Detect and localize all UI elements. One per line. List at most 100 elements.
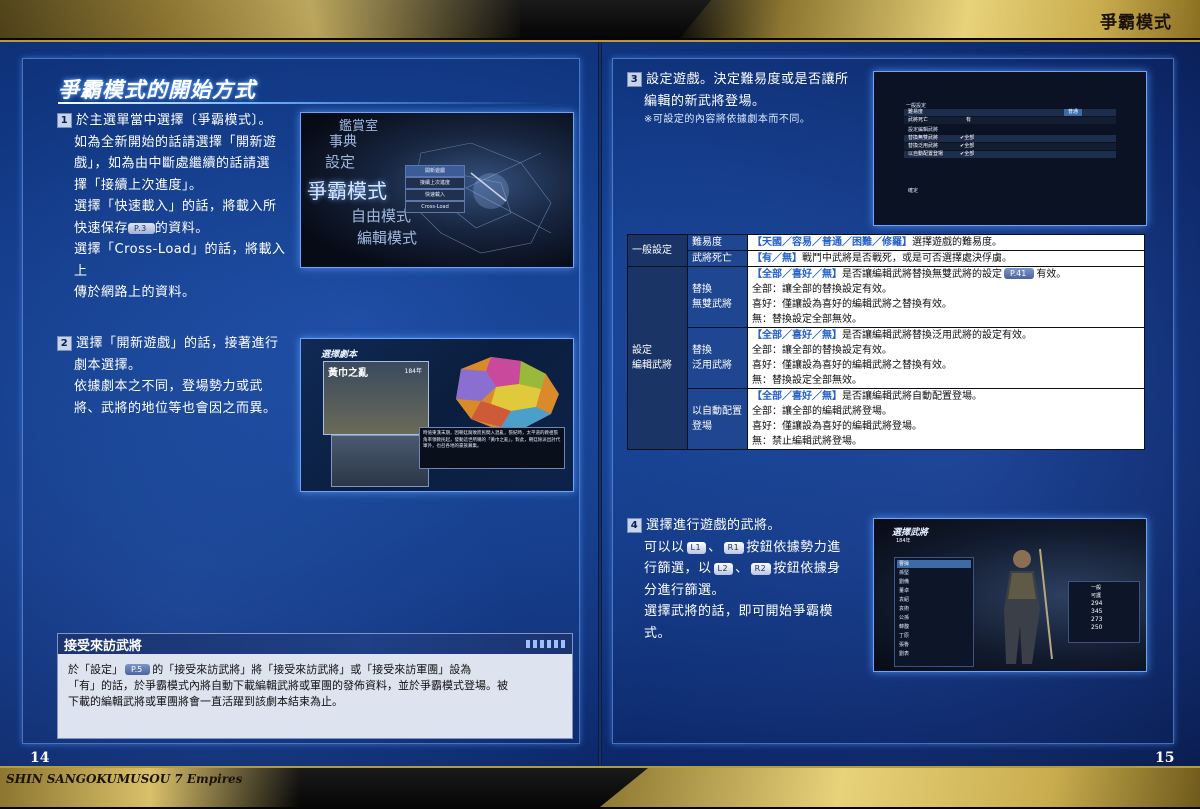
step-text: 設定遊戲。決定難易度或是否讓所 bbox=[646, 72, 849, 87]
china-map bbox=[456, 357, 559, 429]
generic-desc: 【全部／喜好／無】是否讓編輯武將替換泛用武將的設定有效。 全部：讓全部的替換設定… bbox=[747, 327, 1145, 389]
step-text: 選擇「開新遊戲」的話，接著進行 bbox=[76, 336, 279, 351]
officer-stats: 一般 可護 294 345 273 250 bbox=[1068, 581, 1140, 643]
page-ref-badge: P.41 bbox=[1004, 268, 1035, 279]
settings-row: 替換泛用武將 ✔全部 bbox=[904, 143, 1116, 150]
step-text: 戲」，如為由中斷處繼續的話請選 bbox=[74, 156, 271, 171]
settings-row: 武將死亡 有 bbox=[904, 117, 1116, 124]
settings-row-label: 以自動配置登場 bbox=[908, 151, 944, 157]
step-text: 如為全新開始的話請選擇「開新遊 bbox=[74, 134, 277, 150]
musou-fav: 喜好：僅讓設為喜好的編輯武將之替換有效。 bbox=[752, 299, 952, 310]
auto-options: 【全部／喜好／無】 bbox=[752, 391, 842, 402]
musou-all: 全部：讓全部的替換設定有效。 bbox=[752, 284, 892, 295]
step-number: 4 bbox=[627, 518, 642, 533]
section-heading: 爭霸模式的開始方式 bbox=[58, 74, 548, 104]
death-desc: 【有／無】戰鬥中武將是否戰死，或是可否選擇處決俘虜。 bbox=[747, 250, 1145, 267]
officer-list-item: 袁術 bbox=[899, 606, 910, 612]
step-text: 選擇進行遊戲的武將。 bbox=[646, 518, 782, 533]
header-gold-left bbox=[0, 0, 520, 38]
step-3: 3 設定遊戲。決定難易度或是否讓所 編輯的新武將登場。 ※可設定的內容將依據劇本而… bbox=[627, 69, 867, 127]
step-text: 分進行篩選。 bbox=[644, 582, 726, 598]
stat-value: 294 bbox=[1091, 600, 1103, 607]
officer-select-screenshot: 選擇武將 184年 曹操 孫堅 劉備 董卓 袁紹 袁術 公孫 韓馥 丁原 張魯 … bbox=[873, 518, 1147, 672]
menu-item-empire-mode: 爭霸模式 bbox=[307, 179, 387, 203]
auto-fav: 喜好：僅讓設為喜好的編輯武將登場。 bbox=[752, 421, 922, 432]
visiting-box-header: 接受來訪武將 bbox=[58, 634, 572, 654]
step-text: 擇「接續上次進度」。 bbox=[74, 177, 203, 193]
step-text: 劇本選擇。 bbox=[74, 357, 142, 373]
musou-options: 【全部／喜好／無】 bbox=[752, 269, 842, 280]
officer-list-item: 孫堅 bbox=[899, 570, 910, 576]
settings-row-label: 替換泛用武將 bbox=[908, 143, 939, 149]
mode-title: 爭霸模式 bbox=[1100, 13, 1172, 33]
settings-row-value: ✔全部 bbox=[960, 135, 975, 141]
officer-list-item: 丁原 bbox=[899, 633, 910, 639]
step-text: 選擇「快速載入」的話，將載入所 bbox=[74, 199, 277, 214]
label-musou-2: 無雙武將 bbox=[692, 299, 732, 310]
submenu-cross-load: Cross-Load bbox=[405, 201, 465, 213]
step-text: 編輯的新武將登場。 bbox=[644, 93, 766, 109]
step-1: 1 於主選單當中選擇〔爭霸模式〕。 如為全新開始的話請選擇「開新遊 戲」，如為由中… bbox=[57, 110, 297, 304]
book-spine bbox=[598, 0, 602, 807]
stat-value: 一般 bbox=[1091, 585, 1102, 591]
scenario-card: 黃巾之亂 184年 bbox=[323, 361, 429, 435]
visiting-box-text: 於「設定」 P.5 的「接受來訪武將」將「接受來訪武將」或「接受來訪軍團」設為 「有… bbox=[68, 662, 562, 710]
menu-item-settings: 設定 bbox=[325, 153, 356, 171]
scenario-year: 184年 bbox=[404, 368, 422, 375]
stat-value: 345 bbox=[1091, 608, 1103, 615]
stat-value: 可護 bbox=[1091, 593, 1102, 599]
label-musou-1: 替換 bbox=[692, 284, 712, 295]
stat-value: 273 bbox=[1091, 616, 1103, 623]
group-general: 一般設定 bbox=[627, 234, 688, 267]
group-edit-line2: 編輯武將 bbox=[632, 360, 672, 371]
step-text: 選擇「Cross-Load」的話，將載入上 bbox=[74, 242, 286, 279]
page-number-right: 15 bbox=[1155, 750, 1175, 766]
musou-text-a: 是否讓編輯武將替換無雙武將的設定 bbox=[842, 269, 1002, 280]
label-auto-2: 登場 bbox=[692, 421, 712, 432]
officer-list-item: 劉表 bbox=[899, 651, 910, 657]
step-text: 傳於網路上的資料。 bbox=[74, 285, 196, 300]
r2-button-icon: R2 bbox=[750, 563, 772, 575]
label-musou: 替換 無雙武將 bbox=[687, 266, 748, 328]
step-2: 2 選擇「開新遊戲」的話，接著進行 劇本選擇。 依據劇本之不同，登場勢力或武 將、… bbox=[57, 333, 297, 419]
group-edit-line1: 設定 bbox=[632, 345, 652, 356]
auto-none: 無：禁止編輯武將登場。 bbox=[752, 436, 862, 447]
musou-text-b: 有效。 bbox=[1036, 269, 1067, 280]
scenario-header: 選擇劇本 bbox=[321, 350, 358, 360]
musou-none: 無：替換設定全部無效。 bbox=[752, 314, 862, 325]
auto-text: 是否讓編輯武將自動配置登場。 bbox=[842, 391, 982, 402]
step-text: 快速保存 bbox=[74, 220, 129, 236]
officer-list-item: 張魯 bbox=[899, 642, 910, 648]
officer-list-item: 袁紹 bbox=[899, 597, 910, 603]
visiting-officers-box: 接受來訪武將 於「設定」 P.5 的「接受來訪武將」將「接受來訪武將」或「接受來訪軍… bbox=[57, 633, 573, 739]
header-decoration bbox=[526, 640, 566, 648]
label-generic-2: 泛用武將 bbox=[692, 360, 732, 371]
step-text: 行篩選，以 bbox=[644, 561, 712, 576]
label-generic-1: 替換 bbox=[692, 345, 712, 356]
menu-item-edit-mode: 編輯模式 bbox=[357, 229, 418, 247]
page-ref-badge: P.5 bbox=[125, 664, 151, 675]
difficulty-options: 【天國／容易／普通／困難／修羅】 bbox=[752, 237, 912, 248]
settings-row: 以自動配置登場 ✔全部 bbox=[904, 151, 1116, 158]
musou-desc: 【全部／喜好／無】是否讓編輯武將替換無雙武將的設定 P.41 有效。 全部：讓全部的… bbox=[747, 266, 1145, 328]
settings-row: 難易度 普通 bbox=[904, 109, 1116, 116]
page-number-left: 14 bbox=[30, 750, 50, 766]
death-options: 【有／無】 bbox=[752, 253, 802, 264]
submenu-new-game: 開新遊戲 bbox=[405, 165, 465, 177]
step-number: 1 bbox=[57, 113, 72, 128]
visiting-box-title: 接受來訪武將 bbox=[64, 639, 143, 654]
settings-table: 一般設定 難易度 【天國／容易／普通／困難／修羅】選擇遊戲的難易度。 武將死亡 … bbox=[627, 234, 1145, 450]
scenario-card-2 bbox=[331, 435, 429, 487]
label-difficulty: 難易度 bbox=[687, 234, 748, 251]
visiting-text: 的「接受來訪武將」將「接受來訪武將」或「接受來訪軍團」設為 bbox=[152, 663, 472, 676]
group-edit-officers: 設定 編輯武將 bbox=[627, 266, 688, 450]
officer-list-item: 曹操 bbox=[897, 560, 971, 568]
step-text: 按鈕依據身 bbox=[773, 561, 841, 576]
label-auto: 以自動配置 登場 bbox=[687, 388, 748, 450]
settings-row: 替換無雙武將 ✔全部 bbox=[904, 135, 1116, 142]
footer-game-title: SHIN SANGOKUMUSOU 7 Empires bbox=[6, 772, 243, 786]
step-number: 3 bbox=[627, 72, 642, 87]
scenario-name: 黃巾之亂 bbox=[328, 368, 368, 379]
officer-list-item: 董卓 bbox=[899, 588, 910, 594]
empire-submenu: 開新遊戲 接續上次進度 快速載入 Cross-Load bbox=[405, 165, 465, 213]
